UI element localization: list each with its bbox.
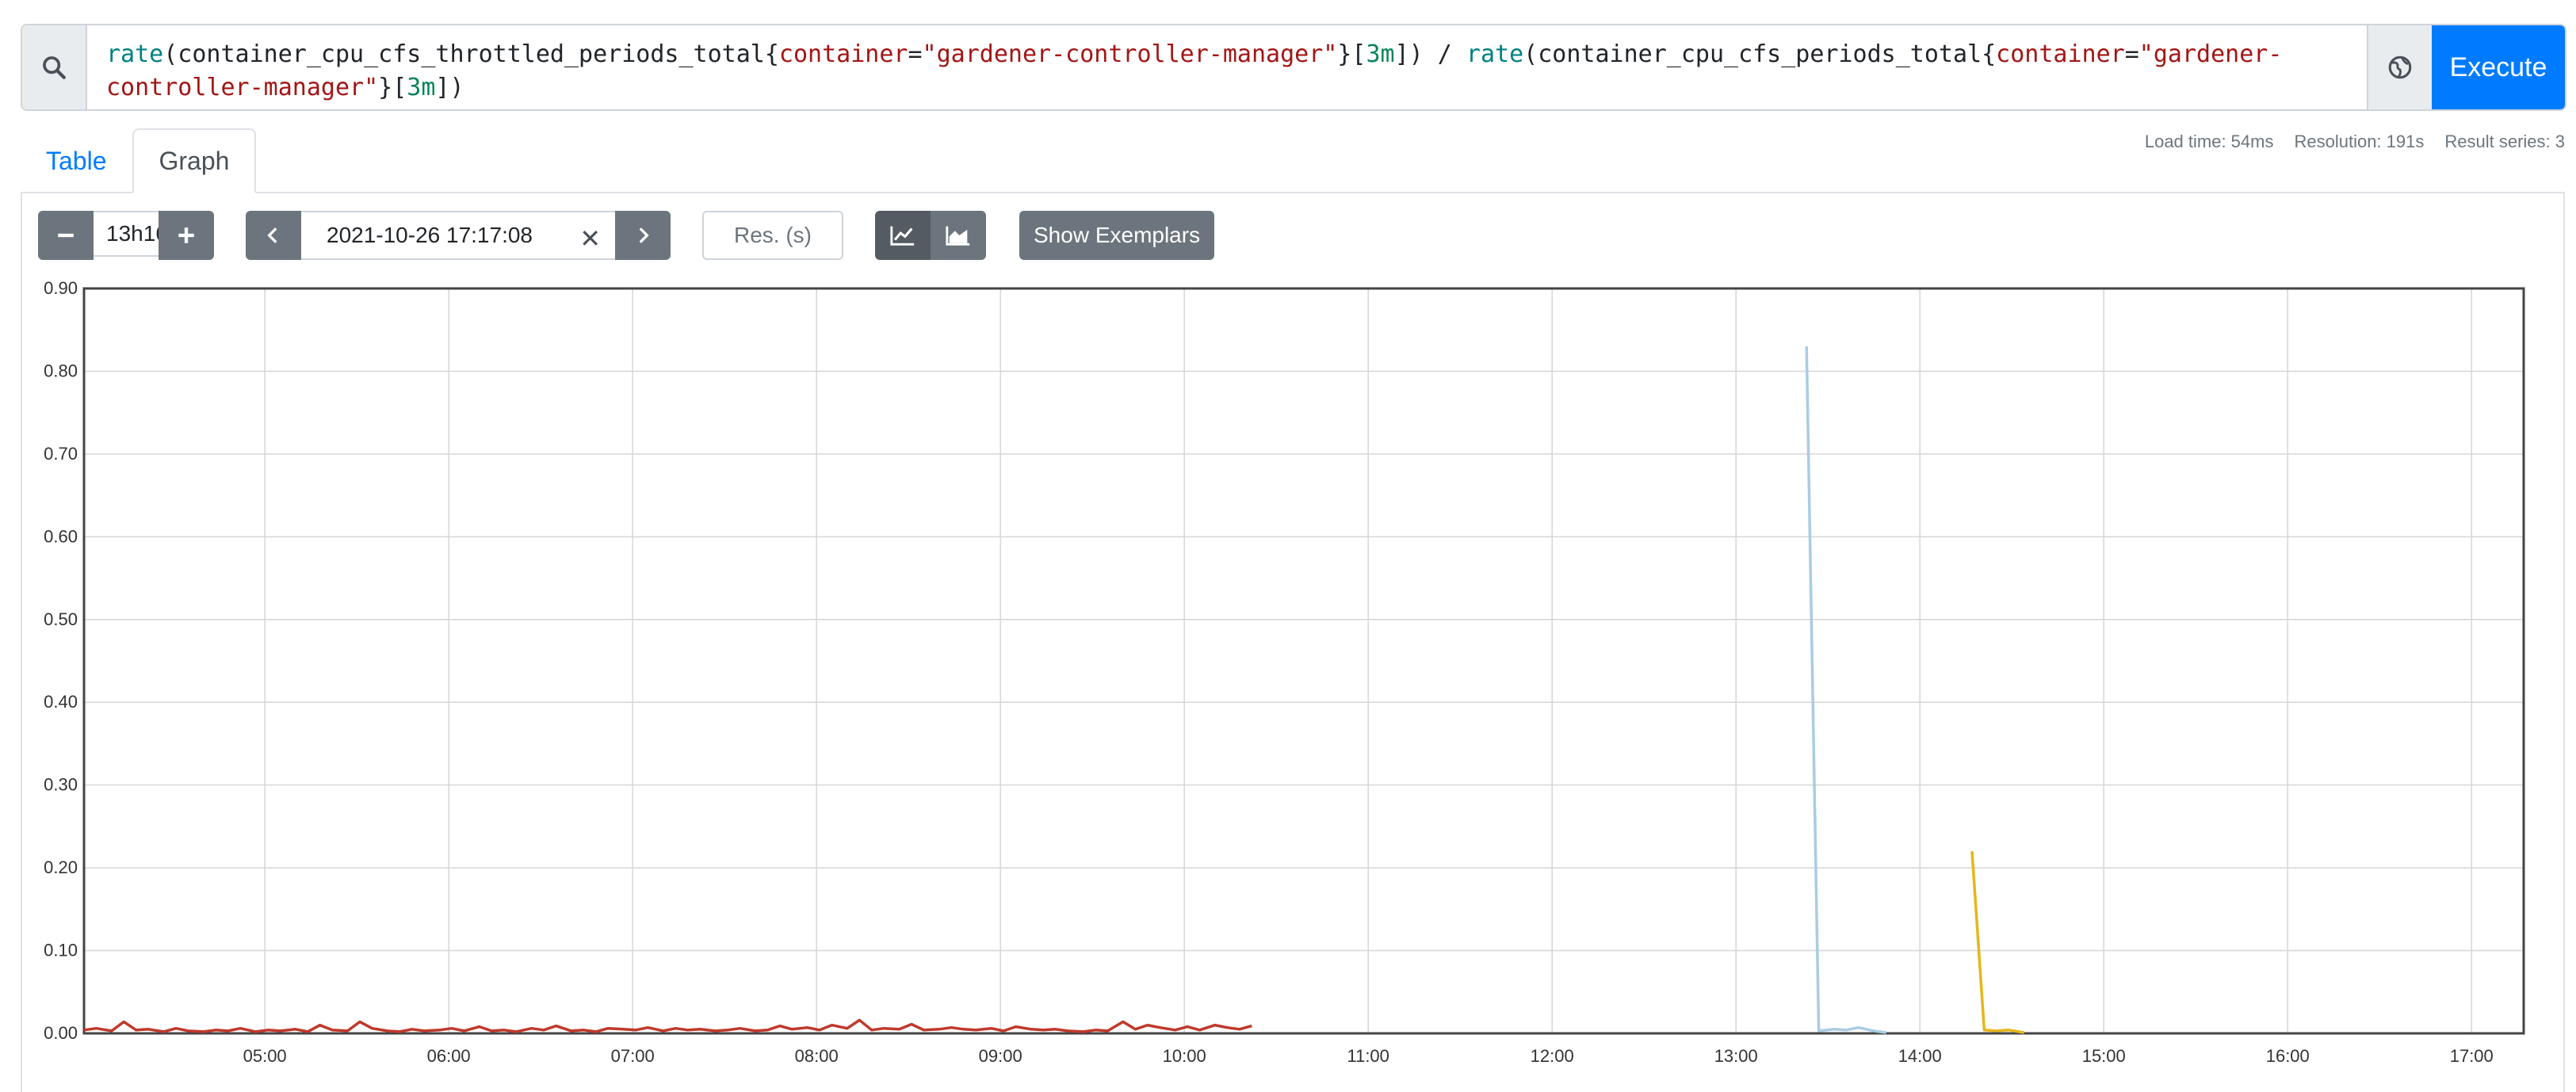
- graph-controls: 13h16m 2021-10-26 17:17:08 ✕ Res. (s): [38, 211, 1215, 260]
- earlier-button[interactable]: [246, 211, 301, 260]
- expression-input[interactable]: rate(container_cpu_cfs_throttled_periods…: [87, 25, 2367, 109]
- x-tick-label: 11:00: [1347, 1046, 1389, 1066]
- end-time-value: 2021-10-26 17:17:08: [327, 223, 533, 247]
- area-chart-icon: [946, 226, 970, 246]
- y-tick-label: 0.40: [44, 692, 78, 712]
- query-bar: rate(container_cpu_cfs_throttled_periods…: [21, 24, 2566, 111]
- later-button[interactable]: [615, 211, 671, 260]
- execute-button[interactable]: Execute: [2432, 25, 2565, 109]
- x-tick-label: 10:00: [1163, 1046, 1206, 1066]
- query-token: (container_cpu_cfs_periods_total{: [1523, 40, 1997, 68]
- query-token: 3m: [1366, 40, 1395, 68]
- series-line-1: [83, 1018, 1252, 1033]
- decrease-range-button[interactable]: [38, 211, 94, 260]
- query-token: }[: [378, 74, 407, 101]
- increase-range-button[interactable]: [159, 211, 214, 260]
- query-token: container: [1996, 40, 2125, 68]
- range-input[interactable]: 13h16m: [94, 211, 159, 257]
- end-time-input[interactable]: 2021-10-26 17:17:08 ✕: [301, 211, 615, 260]
- query-token: ]) /: [1394, 40, 1466, 68]
- query-token: rate: [1466, 40, 1524, 68]
- x-tick-label: 14:00: [1898, 1046, 1942, 1066]
- range-group: 13h16m: [38, 211, 214, 260]
- clear-icon[interactable]: ✕: [579, 223, 601, 254]
- x-tick-label: 16:00: [2266, 1046, 2310, 1066]
- chevron-right-icon: [639, 227, 649, 243]
- y-tick-label: 0.80: [44, 361, 78, 380]
- tab-graph[interactable]: Graph: [132, 128, 257, 193]
- metrics-explorer-button[interactable]: [2367, 25, 2432, 109]
- time-series-graph[interactable]: 0.00 0.10 0.20 0.30 0.40 0.50 0.60 0.70 0.80 0.90…: [0, 269, 2576, 1092]
- x-tick-label: 17:00: [2450, 1046, 2494, 1066]
- x-tick-label: 08:00: [795, 1046, 839, 1066]
- y-tick-label: 0.00: [44, 1023, 78, 1043]
- query-token: rate: [106, 40, 164, 68]
- load-time: Load time: 54ms: [2144, 132, 2274, 151]
- query-stats: Load time: 54ms Resolution: 191s Result …: [2145, 132, 2565, 152]
- unstacked-button[interactable]: [875, 211, 931, 260]
- y-tick-label: 0.70: [44, 444, 78, 464]
- query-token: container: [778, 40, 908, 68]
- resolution-input[interactable]: Res. (s): [702, 211, 843, 260]
- plus-icon: [178, 227, 194, 243]
- query-token: =: [908, 40, 923, 68]
- result-series: Result series: 3: [2444, 132, 2565, 151]
- query-token: "gardener-controller-manager": [922, 40, 1338, 68]
- tab-table[interactable]: Table: [21, 128, 132, 193]
- x-tick-label: 12:00: [1531, 1046, 1574, 1066]
- y-tick-label: 0.90: [44, 278, 78, 298]
- y-tick-label: 0.20: [44, 857, 78, 877]
- series-line-3: [1970, 851, 2024, 1034]
- minus-icon: [58, 233, 74, 238]
- query-token: }[: [1337, 40, 1366, 68]
- x-tick-label: 07:00: [611, 1046, 655, 1066]
- query-token: ]): [435, 74, 464, 101]
- end-time-group: 2021-10-26 17:17:08 ✕: [246, 211, 671, 260]
- y-tick-label: 0.30: [44, 775, 78, 795]
- globe-icon: [2388, 55, 2412, 79]
- query-token: 3m: [407, 74, 436, 101]
- x-tick-label: 15:00: [2082, 1046, 2126, 1066]
- series-line-2: [1805, 346, 1886, 1034]
- y-tick-label: 0.10: [44, 941, 78, 960]
- x-tick-label: 13:00: [1714, 1046, 1758, 1066]
- search-icon: [22, 25, 87, 109]
- query-token: =: [2124, 40, 2139, 68]
- query-token: (container_cpu_cfs_throttled_periods_tot…: [163, 40, 779, 68]
- line-chart-icon: [890, 226, 915, 246]
- x-tick-label: 09:00: [979, 1046, 1022, 1066]
- chart-type-group: [875, 211, 986, 260]
- y-tick-label: 0.50: [44, 609, 78, 629]
- resolution-stat: Resolution: 191s: [2294, 132, 2425, 151]
- view-tabs: Table Graph: [21, 128, 257, 193]
- chevron-left-icon: [267, 227, 277, 243]
- show-exemplars-button[interactable]: Show Exemplars: [1019, 211, 1215, 260]
- x-tick-label: 06:00: [427, 1046, 471, 1066]
- stacked-button[interactable]: [931, 211, 986, 260]
- x-tick-label: 05:00: [243, 1046, 287, 1066]
- plot-frame: [82, 287, 2525, 1035]
- y-tick-label: 0.60: [44, 526, 78, 546]
